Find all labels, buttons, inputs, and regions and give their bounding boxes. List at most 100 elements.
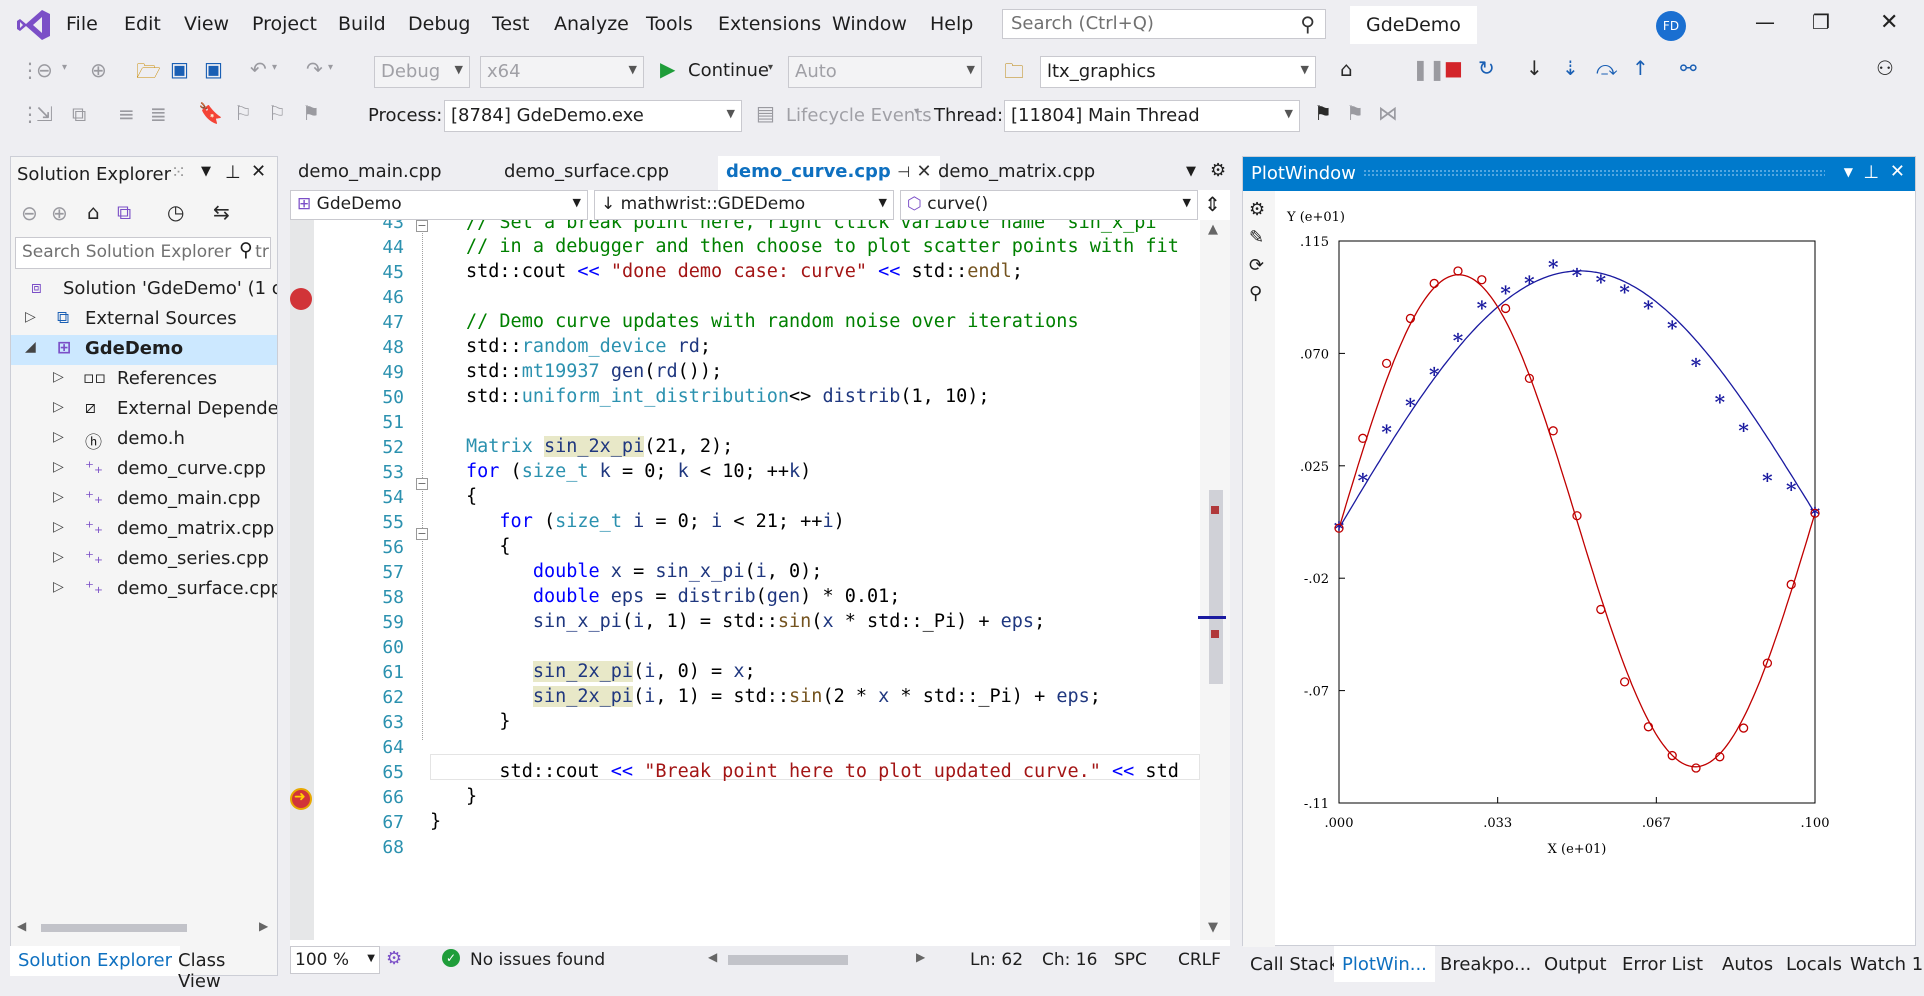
tab-call-stack[interactable]: Call Stack — [1242, 950, 1347, 979]
pending-changes-icon[interactable]: ◷ — [167, 200, 184, 224]
chevron-down-icon[interactable]: ▾ — [62, 62, 67, 73]
stack-frame-icon[interactable]: ⋈ — [1378, 101, 1398, 125]
scrollbar-thumb[interactable] — [41, 924, 187, 932]
configuration-select[interactable]: Debug ▼ — [374, 56, 470, 88]
line-indicator[interactable]: Ln: 62 — [970, 950, 1023, 970]
tab-watch-1[interactable]: Watch 1 — [1842, 950, 1924, 979]
tree-item-solution[interactable]: ⧈ Solution 'GdeDemo' (1 of 1 project) — [11, 275, 277, 305]
chevron-right-icon[interactable]: ▷ — [53, 549, 64, 565]
restart-icon[interactable]: ↻ — [1478, 56, 1495, 80]
scroll-right-icon[interactable]: ▶ — [916, 950, 925, 964]
menu-project[interactable]: Project — [252, 13, 317, 35]
breakpoint-icon[interactable] — [290, 288, 312, 310]
tree-item-demo-surface[interactable]: ▷ ⁺₊ demo_surface.cpp — [11, 575, 277, 605]
live-share-icon[interactable]: ⚇ — [1876, 56, 1894, 80]
pin-icon[interactable]: ⊣ — [897, 163, 910, 181]
step-up-icon[interactable]: ↑ — [1632, 56, 1649, 80]
menu-tools[interactable]: Tools — [646, 13, 693, 35]
horizontal-scrollbar-thumb[interactable] — [728, 955, 848, 965]
step-into-icon[interactable]: ↓ — [1526, 56, 1543, 80]
stack-frames-icon[interactable]: ⧉ — [72, 102, 86, 126]
navigate-forward-icon[interactable]: ⊕ — [90, 58, 107, 82]
split-editor-icon[interactable]: ⇕ — [1204, 192, 1221, 216]
back-icon[interactable]: ⊖ — [21, 201, 38, 225]
plot-refresh-icon[interactable]: ⟳ — [1249, 255, 1264, 276]
tree-item-demo-matrix[interactable]: ▷ ⁺₊ demo_matrix.cpp — [11, 515, 277, 545]
settings-gear-icon[interactable]: ⚙ — [1210, 160, 1226, 181]
prev-bookmark-icon[interactable]: ⚐ — [234, 101, 252, 125]
menu-edit[interactable]: Edit — [124, 13, 161, 35]
menu-window[interactable]: Window — [832, 13, 907, 35]
menu-build[interactable]: Build — [338, 13, 386, 35]
tab-plot-window[interactable]: PlotWin... — [1334, 946, 1435, 982]
clear-bookmarks-icon[interactable]: ⚑ — [302, 101, 320, 125]
zoom-select[interactable]: 100 % ▼ — [290, 946, 380, 974]
graphics-folder-icon[interactable]: 🗀 — [1004, 57, 1024, 91]
menu-analyze[interactable]: Analyze — [554, 13, 629, 35]
process-select[interactable]: [8784] GdeDemo.exe ▼ — [444, 100, 742, 132]
show-next-statement-icon[interactable]: ⌂ — [1340, 57, 1353, 81]
continue-play-icon[interactable]: ▶ — [660, 57, 675, 81]
curve-plot[interactable]: .115 .070 .025 -.02 -.07 -.11 .000 .033 .067 .100… — [1277, 193, 1913, 913]
platform-select[interactable]: x64 ▼ — [480, 56, 644, 88]
flagged-threads-icon[interactable]: ⚑ — [1346, 101, 1364, 125]
tab-solution-explorer[interactable]: Solution Explorer — [10, 946, 180, 976]
graphics-select[interactable]: ltx_graphics ▼ — [1040, 56, 1316, 88]
comment-icon[interactable]: ≣ — [150, 102, 167, 126]
tab-breakpoints[interactable]: Breakpo... — [1432, 950, 1539, 979]
restore-icon[interactable]: ❐ — [1812, 10, 1830, 34]
horizontal-scrollbar[interactable]: ◀ ▶ — [17, 919, 273, 937]
switch-views-icon[interactable]: ⧉ — [117, 200, 131, 224]
plot-zoom-icon[interactable]: ⚲ — [1249, 283, 1262, 304]
tree-item-demo-curve[interactable]: ▷ ⁺₊ demo_curve.cpp — [11, 455, 277, 485]
tab-output[interactable]: Output — [1536, 950, 1615, 979]
bookmark-icon[interactable]: 🔖 — [198, 101, 223, 125]
tree-item-references[interactable]: ▷ ▫▫ References — [11, 365, 277, 395]
menu-test[interactable]: Test — [492, 13, 529, 35]
collapse-region-icon[interactable]: − — [416, 528, 428, 540]
menu-debug[interactable]: Debug — [408, 13, 470, 35]
tree-item-external-sources[interactable]: ▷ ⧉ External Sources — [11, 305, 277, 335]
next-bookmark-icon[interactable]: ⚐ — [268, 101, 286, 125]
close-panel-icon[interactable]: ✕ — [251, 161, 266, 182]
chevron-right-icon[interactable]: ▷ — [53, 489, 64, 505]
collapse-region-icon[interactable]: − — [416, 220, 428, 232]
save-icon[interactable]: ▣ — [170, 57, 189, 81]
sync-icon[interactable]: ⇆ — [213, 200, 230, 224]
tree-item-gdedemo-project[interactable]: ◢ ⊞ GdeDemo — [11, 335, 277, 365]
show-threads-icon[interactable]: ⇲ — [36, 102, 53, 126]
thread-select[interactable]: [11804] Main Thread ▼ — [1004, 100, 1300, 132]
chevron-down-icon[interactable]: ▾ — [768, 62, 773, 73]
menu-view[interactable]: View — [184, 13, 229, 35]
chevron-right-icon[interactable]: ▷ — [53, 429, 64, 445]
pin-icon[interactable]: ⊥ — [225, 162, 241, 183]
menu-help[interactable]: Help — [930, 13, 973, 35]
tab-locals[interactable]: Locals — [1778, 950, 1850, 979]
code-area[interactable]: ➜ − − − 43 44 45 46 47 48 49 50 51 52 53 54 55 56 57 58… — [290, 220, 1200, 940]
hot-reload-icon[interactable]: ⚯ — [1680, 56, 1697, 80]
chevron-right-icon[interactable]: ▷ — [53, 519, 64, 535]
scroll-down-icon[interactable]: ▼ — [1208, 920, 1218, 935]
chevron-right-icon[interactable]: ▷ — [53, 369, 64, 385]
stop-debugging-icon[interactable]: ■ — [1444, 56, 1463, 80]
scope-nav-select[interactable]: ↓ mathwrist::GDEDemo ▼ — [594, 190, 894, 220]
tree-item-demo-main[interactable]: ▷ ⁺₊ demo_main.cpp — [11, 485, 277, 515]
plot-settings-icon[interactable]: ⚙ — [1249, 199, 1265, 220]
tab-demo-matrix[interactable]: demo_matrix.cpp — [930, 156, 1103, 190]
lifecycle-events-button[interactable]: Lifecycle Events — [786, 105, 932, 126]
chevron-down-icon[interactable]: ▾ — [914, 106, 919, 117]
tab-overflow-icon[interactable]: ▼ — [1186, 164, 1196, 179]
window-position-icon[interactable]: ▼ — [1844, 165, 1853, 179]
chevron-right-icon[interactable]: ▷ — [53, 459, 64, 475]
tab-demo-main[interactable]: demo_main.cpp — [290, 156, 450, 190]
drag-grip[interactable] — [1363, 169, 1825, 177]
close-icon[interactable]: ✕ — [1880, 10, 1898, 35]
tree-item-external-dependencies[interactable]: ▷ ⧄ External Dependencies — [11, 395, 277, 425]
break-all-icon[interactable]: ❚❚ — [1412, 57, 1446, 81]
undo-icon[interactable]: ↶ — [250, 57, 267, 81]
lifecycle-events-icon[interactable]: ▤ — [756, 101, 775, 125]
continue-button[interactable]: Continue — [688, 60, 769, 81]
project-nav-select[interactable]: ⊞ GdeDemo ▼ — [290, 190, 588, 220]
scroll-up-icon[interactable]: ▲ — [1208, 222, 1218, 237]
window-position-icon[interactable]: ▼ — [201, 164, 211, 179]
